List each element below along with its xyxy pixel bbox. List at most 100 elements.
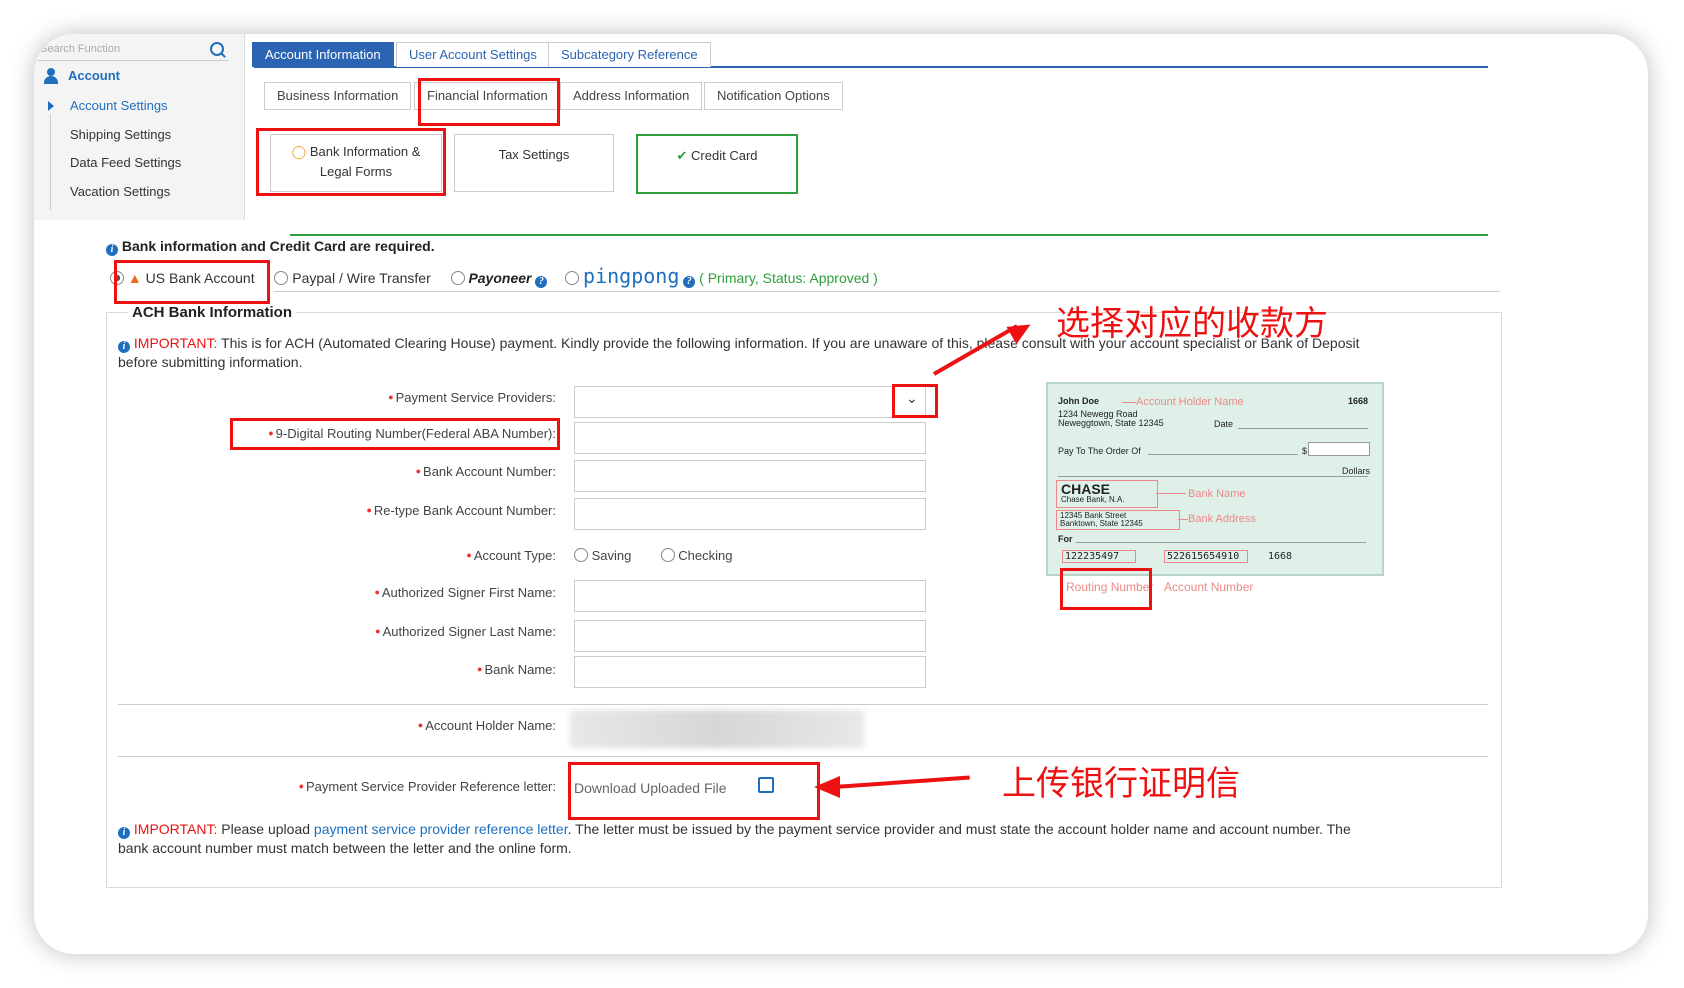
help-icon[interactable]: ?	[535, 276, 548, 288]
tab-subcategory-reference[interactable]: Subcategory Reference	[548, 42, 711, 67]
search-input[interactable]: Search Function	[38, 40, 228, 61]
check-number: 1668	[1348, 396, 1369, 406]
highlight-bank-card	[256, 128, 446, 196]
tab-account-information[interactable]: Account Information	[252, 42, 394, 67]
label-last-name: ● Authorized Signer Last Name:	[375, 624, 556, 639]
routing-input[interactable]	[574, 422, 926, 454]
first-name-input[interactable]	[574, 580, 926, 612]
label-psp: ● Payment Service Providers:	[388, 390, 556, 405]
radio-payoneer[interactable]	[450, 271, 465, 285]
arrow-head	[814, 776, 840, 798]
card-tax-settings[interactable]: Tax Settings	[454, 134, 614, 192]
subtab-address-information[interactable]: Address Information	[560, 82, 703, 110]
check-holder-label: Account Holder Name	[1136, 396, 1244, 408]
help-icon[interactable]: ?	[683, 276, 696, 288]
saving-label[interactable]: Saving	[592, 548, 632, 563]
sidebar-item-shipping-settings[interactable]: Shipping Settings	[70, 127, 171, 142]
info-icon: i	[106, 244, 118, 256]
sample-check-image: John Doe Account Holder Name 1668 1234 N…	[1046, 382, 1384, 576]
required-notice: i Bank information and Credit Card are r…	[106, 238, 435, 256]
card-credit-card[interactable]: ✔ Credit Card	[636, 134, 798, 194]
bottom-notice: i IMPORTANT: Please upload payment servi…	[118, 820, 1488, 858]
annotation-choose: 选择对应的收款方	[1056, 304, 1328, 344]
label-account-number: ● Bank Account Number:	[415, 464, 556, 479]
chevron-down-icon[interactable]: ⌄	[906, 390, 918, 407]
tab-user-account-settings[interactable]: User Account Settings	[396, 42, 550, 67]
label-routing: ● 9-Digital Routing Number(Federal ABA Nu…	[268, 426, 556, 441]
check-addr-2: Neweggtown, State 12345	[1058, 418, 1164, 428]
screenshot-frame: Search Function Account Account Settings…	[34, 34, 1648, 954]
check-bank-name-label: Bank Name	[1188, 488, 1246, 500]
bottom-text-1: Please upload	[221, 821, 311, 837]
check-holder-name: John Doe	[1058, 396, 1100, 406]
sidebar-item-account-settings[interactable]: Account Settings	[70, 98, 168, 113]
payoneer-logo: Payoneer	[468, 270, 532, 286]
highlight-financial-tab	[418, 78, 560, 126]
check-bank-addr-box: 12345 Bank Street Banktown, State 12345	[1056, 510, 1180, 530]
bottom-important-label: IMPORTANT:	[133, 821, 218, 837]
required-notice-text: Bank information and Credit Card are req…	[121, 238, 435, 254]
ach-legend: ACH Bank Information	[128, 304, 297, 321]
reference-letter-link[interactable]: payment service provider reference lette…	[314, 821, 568, 837]
psp-select[interactable]	[574, 386, 926, 418]
paypal-label[interactable]: Paypal / Wire Transfer	[292, 270, 431, 286]
check-account-label: Account Number	[1164, 580, 1254, 594]
sidebar-tree-line	[50, 114, 51, 210]
label-account-type: ● Account Type:	[466, 548, 556, 563]
radio-pingpong[interactable]	[565, 271, 580, 285]
check-dollar-sign: $	[1302, 446, 1308, 456]
label-bank-name: ● Bank Name:	[477, 662, 556, 677]
info-icon: i	[118, 341, 130, 353]
check-date: Date	[1214, 419, 1234, 429]
important-label: IMPORTANT:	[133, 335, 218, 351]
last-name-input[interactable]	[574, 620, 926, 652]
radio-saving[interactable]	[574, 548, 588, 562]
radio-paypal[interactable]	[274, 271, 289, 285]
card-tax-label: Tax Settings	[498, 147, 570, 162]
caret-right-icon	[48, 101, 54, 111]
important-text-2: before submitting information.	[118, 354, 303, 370]
label-retype-account: ● Re-type Bank Account Number:	[366, 503, 556, 518]
check-for: For	[1058, 534, 1073, 544]
green-divider	[290, 234, 1488, 236]
annotation-upload: 上传银行证明信	[1002, 764, 1240, 804]
card-credit-label: Credit Card	[691, 148, 758, 163]
divider	[118, 756, 1488, 757]
search-icon[interactable]	[210, 42, 224, 56]
pingpong-status: ( Primary, Status: Approved )	[699, 270, 878, 286]
radio-checking[interactable]	[660, 548, 675, 562]
account-number-input[interactable]	[574, 460, 926, 492]
check-micr-account: 522615654910	[1164, 550, 1248, 563]
highlight-routing-sample	[1060, 568, 1152, 610]
check-bank-sub: Chase Bank, N.A.	[1061, 495, 1125, 504]
label-holder-name: ● Account Holder Name:	[417, 718, 556, 733]
blurred-holder-name	[570, 710, 864, 748]
checking-label[interactable]: Checking	[678, 548, 732, 563]
search-placeholder: Search Function	[40, 43, 121, 55]
check-amount-box	[1308, 442, 1370, 456]
subtab-notification-options[interactable]: Notification Options	[704, 82, 843, 110]
highlight-us-bank	[114, 260, 270, 304]
pingpong-logo: pingpong	[583, 264, 680, 288]
subtab-business-information[interactable]: Business Information	[264, 82, 412, 110]
check-micr-number: 1668	[1268, 551, 1293, 562]
label-reference-letter: ● Payment Service Provider Reference lett…	[298, 779, 556, 794]
sidebar-account[interactable]: Account	[44, 68, 120, 84]
person-icon	[44, 68, 58, 84]
retype-account-input[interactable]	[574, 498, 926, 530]
divider	[274, 291, 1500, 292]
divider	[118, 704, 1488, 705]
info-icon: i	[118, 827, 130, 839]
sidebar-item-vacation-settings[interactable]: Vacation Settings	[70, 184, 170, 199]
sidebar-item-data-feed-settings[interactable]: Data Feed Settings	[70, 155, 181, 170]
highlight-download	[568, 762, 820, 820]
bottom-text-2: . The letter must be issued by the payme…	[567, 821, 1351, 837]
bank-name-input[interactable]	[574, 656, 926, 688]
sidebar: Search Function Account Account Settings…	[34, 34, 245, 220]
check-dollars: Dollars	[1342, 466, 1371, 476]
check-bank-box: CHASE Chase Bank, N.A.	[1056, 480, 1158, 508]
check-pay-to: Pay To The Order Of	[1058, 446, 1141, 456]
label-first-name: ● Authorized Signer First Name:	[374, 585, 556, 600]
check-micr-routing: 122235497	[1062, 550, 1136, 563]
bottom-text-3: bank account number must match between t…	[118, 840, 572, 856]
